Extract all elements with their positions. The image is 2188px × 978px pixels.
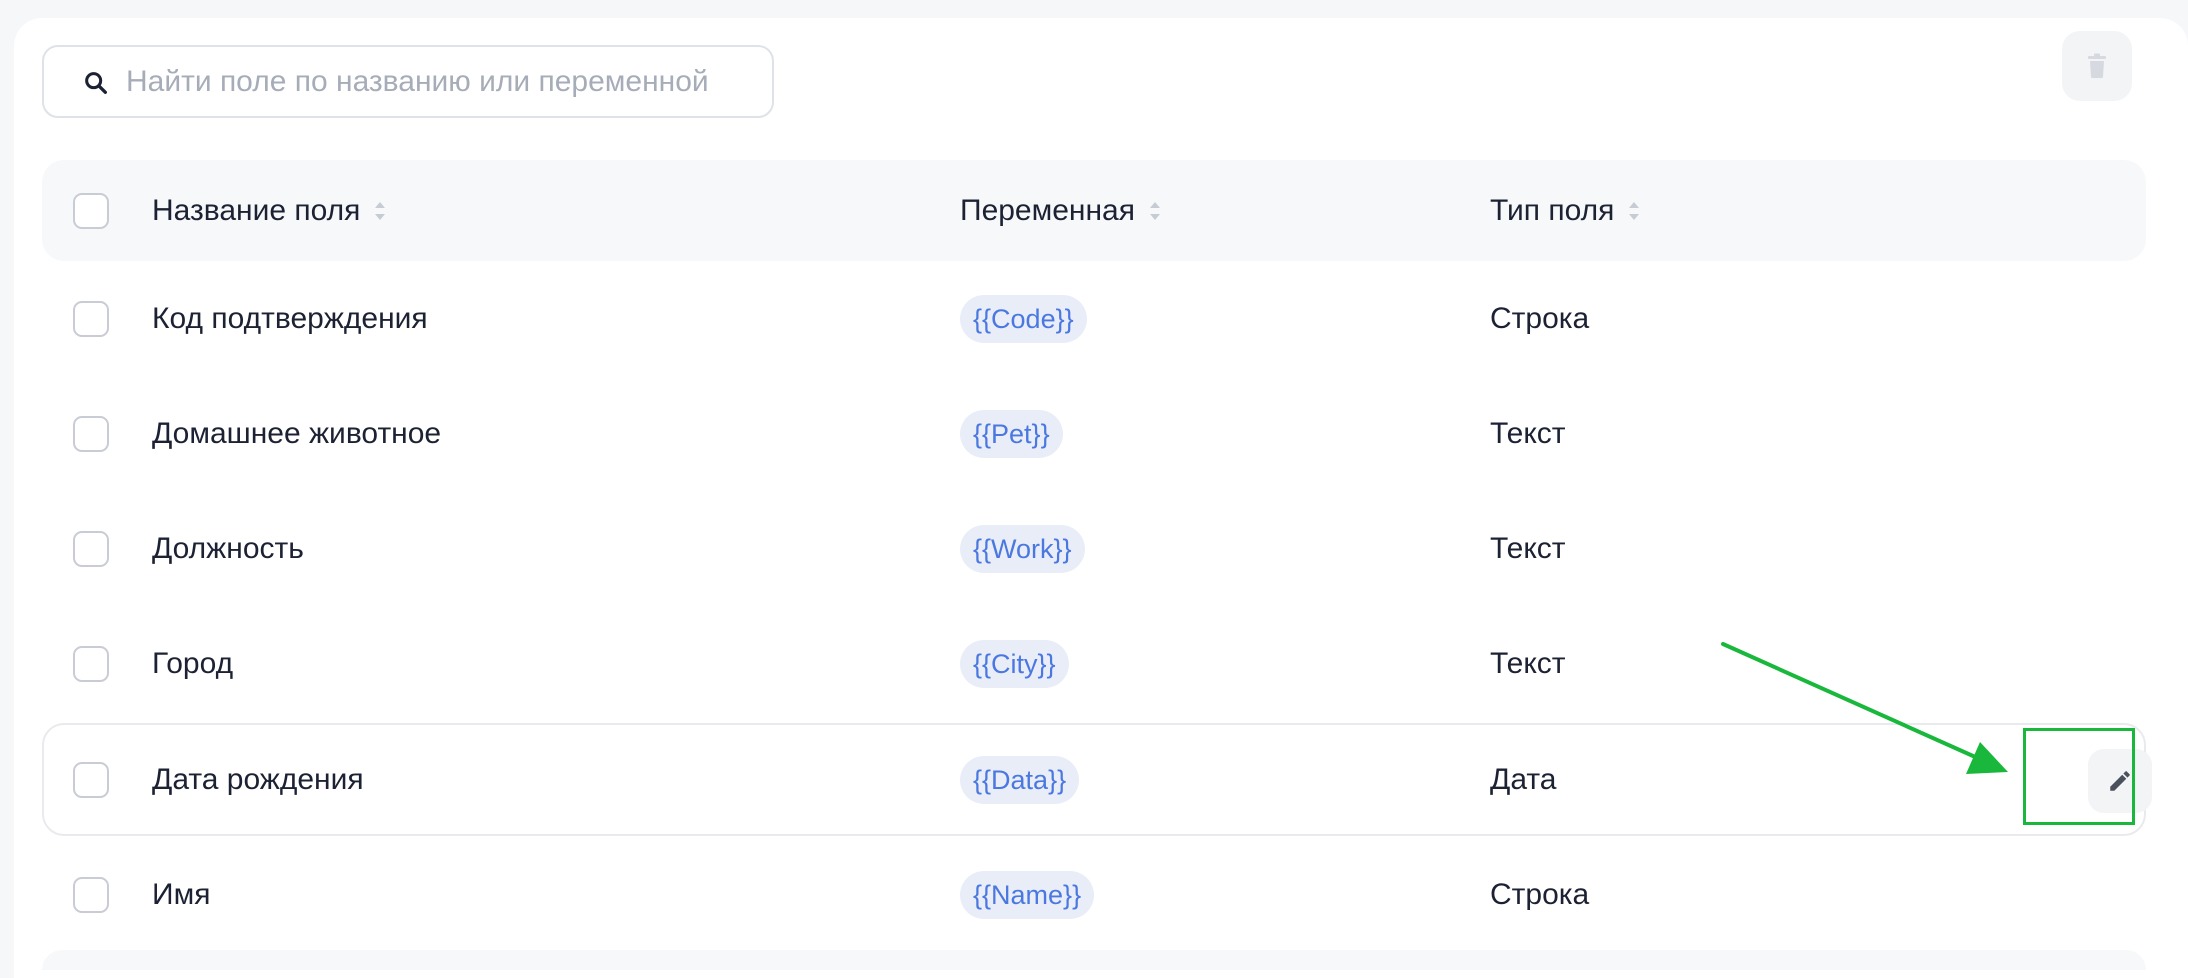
table-row-hovered[interactable]: Дата рождения {{Data}} Дата (42, 723, 2152, 836)
table-row[interactable]: Город {{City}} Текст (42, 607, 2146, 720)
field-type: Текст (1490, 416, 1566, 450)
variable-chip: {{Pet}} (960, 409, 1063, 458)
field-type: Текст (1490, 646, 1566, 680)
field-name: Домашнее животное (152, 416, 442, 450)
table-row[interactable]: Код подтверждения {{Code}} Строка (42, 262, 2146, 375)
variable-chip: {{Data}} (960, 755, 1080, 804)
field-type: Текст (1490, 531, 1566, 565)
variable-cell: {{Work}} (960, 492, 1085, 605)
field-name: Дата рождения (152, 762, 364, 796)
table-header: Название поля Переменная Тип поля (42, 160, 2146, 261)
field-type: Дата (1490, 762, 1557, 796)
search-icon (85, 72, 107, 94)
trash-icon (2088, 53, 2106, 78)
row-checkbox[interactable] (73, 531, 109, 567)
column-header-label: Переменная (960, 193, 1135, 227)
variable-chip: {{City}} (960, 639, 1069, 688)
field-type: Строка (1490, 301, 1590, 335)
field-name: Имя (152, 877, 211, 911)
delete-button[interactable] (2062, 31, 2132, 101)
variable-cell: {{Pet}} (960, 377, 1063, 490)
search-input[interactable] (126, 57, 746, 107)
select-all-checkbox[interactable] (73, 193, 109, 229)
row-checkbox[interactable] (73, 416, 109, 452)
next-row-edge (42, 950, 2146, 970)
variable-chip: {{Work}} (960, 524, 1085, 573)
row-checkbox[interactable] (73, 301, 109, 337)
table-row[interactable]: Домашнее животное {{Pet}} Текст (42, 377, 2146, 490)
variable-cell: {{Data}} (960, 725, 1080, 834)
variable-cell: {{Code}} (960, 262, 1087, 375)
variable-cell: {{Name}} (960, 838, 1095, 951)
table-row[interactable]: Должность {{Work}} Текст (42, 492, 2146, 605)
variable-cell: {{City}} (960, 607, 1069, 720)
field-name: Город (152, 646, 234, 680)
row-checkbox[interactable] (73, 877, 109, 913)
sort-icon[interactable] (1626, 197, 1642, 225)
column-header-name[interactable]: Название поля (152, 160, 388, 261)
variable-chip: {{Name}} (960, 870, 1095, 919)
column-header-label: Название поля (152, 193, 361, 227)
row-checkbox[interactable] (73, 762, 109, 798)
annotation-highlight-box (2023, 728, 2135, 825)
column-header-label: Тип поля (1490, 193, 1615, 227)
field-name: Код подтверждения (152, 301, 428, 335)
sort-icon[interactable] (372, 197, 388, 225)
variable-chip: {{Code}} (960, 294, 1087, 343)
sort-icon[interactable] (1147, 197, 1163, 225)
field-type: Строка (1490, 877, 1590, 911)
field-name: Должность (152, 531, 304, 565)
column-header-type[interactable]: Тип поля (1490, 160, 1642, 261)
column-header-variable[interactable]: Переменная (960, 160, 1163, 261)
row-checkbox[interactable] (73, 646, 109, 682)
table-row[interactable]: Имя {{Name}} Строка (42, 838, 2146, 951)
search-box[interactable] (42, 45, 774, 118)
